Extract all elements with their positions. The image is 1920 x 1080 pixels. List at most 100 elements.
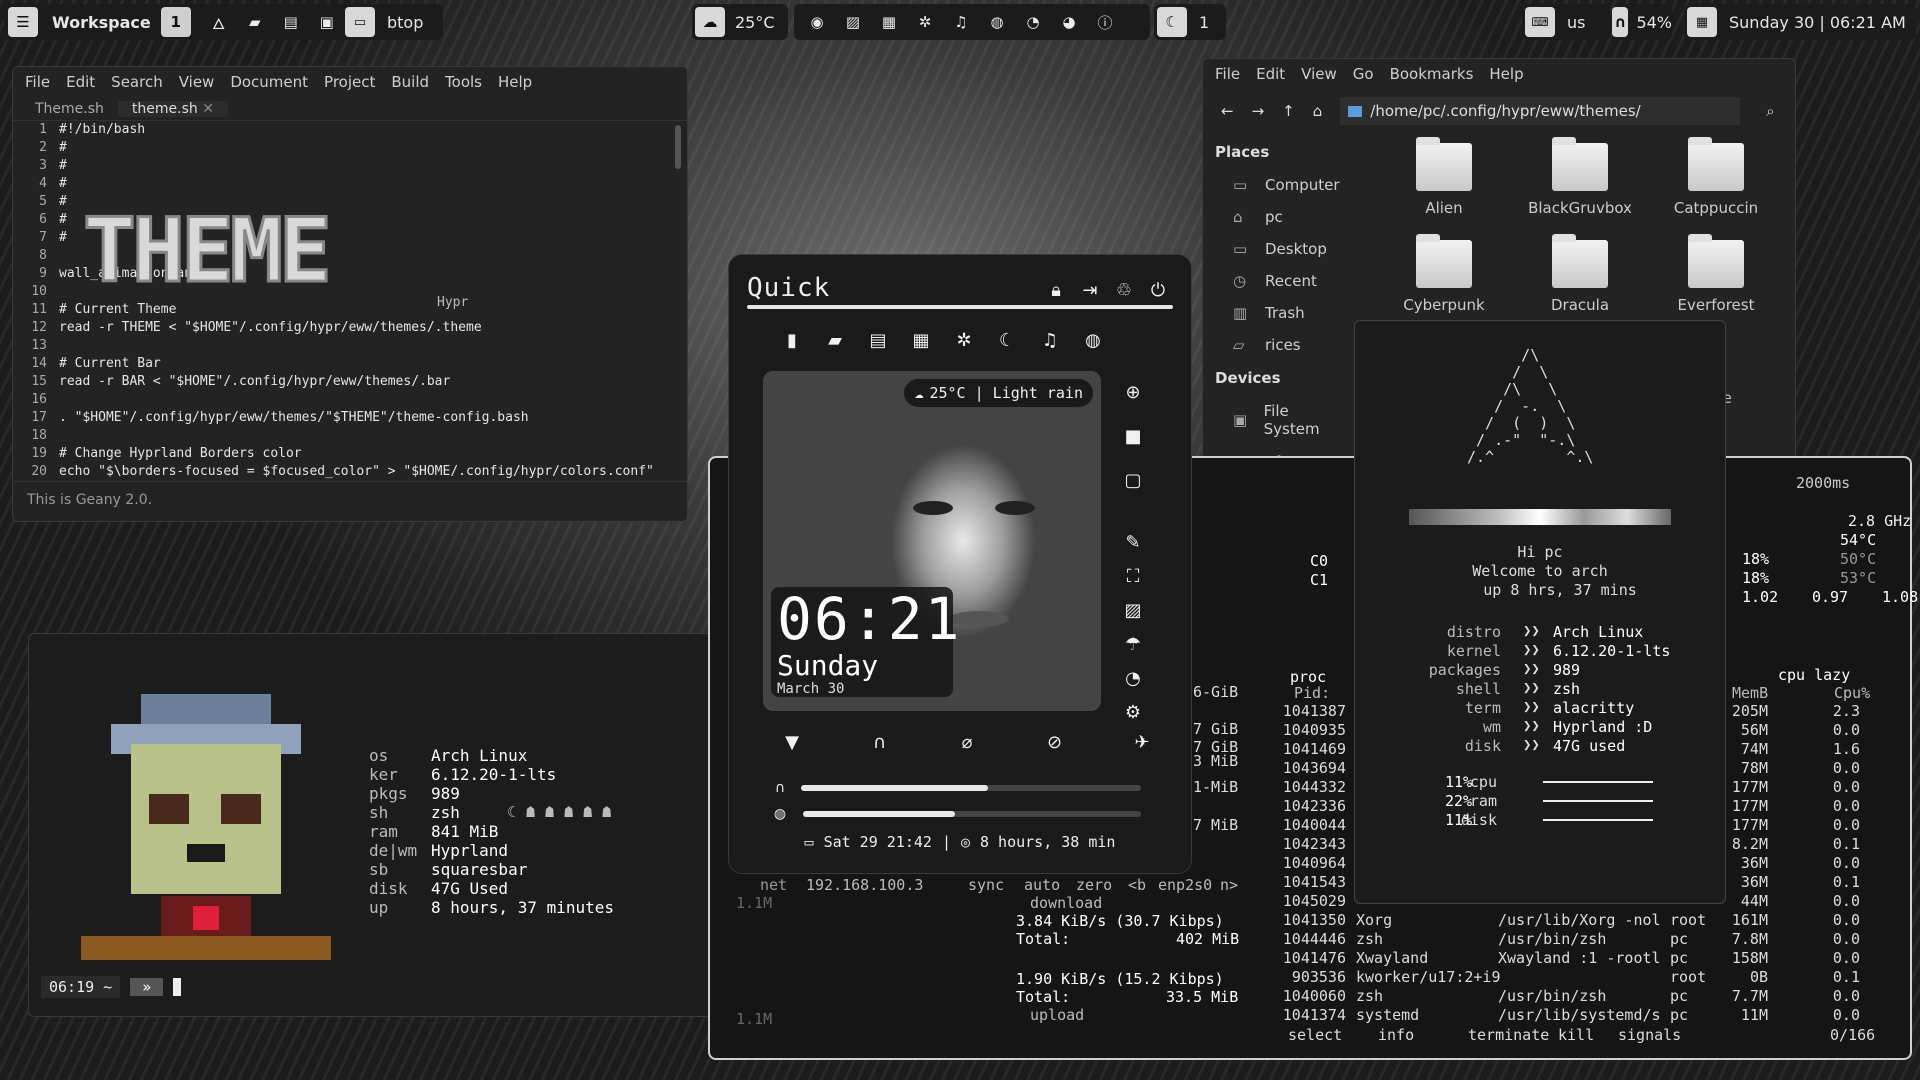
menu-item-build[interactable]: Build — [391, 73, 429, 91]
menu-item-document[interactable]: Document — [230, 73, 308, 91]
folders-icon[interactable]: ▦ — [906, 325, 936, 355]
record-icon[interactable]: ■ — [1118, 421, 1148, 451]
sidebar-item-recent[interactable]: ◷ Recent — [1203, 265, 1373, 297]
mic-off-icon[interactable]: ⌀ — [952, 727, 982, 757]
tab-theme-sh-upper[interactable]: Theme.sh — [21, 101, 118, 117]
tab-theme-sh[interactable]: theme.sh ✕ — [117, 100, 228, 117]
settings-icon[interactable]: ⚙ — [1118, 697, 1148, 727]
mic-icon[interactable]: ◍ — [1078, 325, 1108, 355]
folder-icon[interactable]: ▰ — [820, 325, 850, 355]
forward-icon[interactable]: → — [1252, 102, 1265, 120]
menu-item-go[interactable]: Go — [1353, 65, 1374, 83]
timer-icon[interactable]: ◔ — [1022, 11, 1044, 33]
folder-cyberpunk[interactable]: Cyberpunk — [1379, 234, 1509, 314]
keyboard-pill[interactable]: ⌨ us — [1522, 4, 1610, 40]
sidebar-item-pc[interactable]: ⌂ pc — [1203, 201, 1373, 233]
menu-item-tools[interactable]: Tools — [445, 73, 482, 91]
folders-icon[interactable]: ▦ — [878, 11, 900, 33]
music-icon[interactable]: ♫ — [1035, 325, 1065, 355]
back-icon[interactable]: ← — [1221, 102, 1234, 120]
drop-icon[interactable]: ◉ — [806, 11, 828, 33]
reboot-icon[interactable]: ♲ — [1109, 275, 1139, 305]
path-bar[interactable]: /home/pc/.config/hypr/eww/themes/ — [1340, 97, 1741, 125]
menu-item-search[interactable]: Search — [111, 73, 163, 91]
bookmark-icon[interactable]: ▮ — [777, 325, 807, 355]
notification-pill[interactable]: ☾ 1 — [1154, 4, 1226, 40]
menu-item-file[interactable]: File — [25, 73, 50, 91]
volume-pill[interactable]: ∩ 54% — [1612, 4, 1672, 40]
fetch-key: disk — [369, 879, 408, 898]
cloud-icon: ☁ — [914, 384, 924, 402]
greeting: Hi pc — [1517, 543, 1563, 561]
menu-icon[interactable]: ☰ — [8, 7, 38, 37]
code-line: # — [59, 158, 67, 173]
app-launcher-pill: ◉ ▨ ▦ ✲ ♫ ◍ ◔ ◕ ⓘ — [794, 4, 1150, 40]
editor-icon[interactable]: ▤ — [863, 325, 893, 355]
terminal-window[interactable]: os Arch Linux ker 6.12.20-1-lts pkgs 989 sh zsh… — [28, 633, 748, 1017]
menu-item-help[interactable]: Help — [1489, 65, 1523, 83]
folder-alien[interactable]: Alien — [1379, 137, 1509, 217]
sidebar-item-computer[interactable]: ▭ Computer — [1203, 169, 1373, 201]
menu-item-file[interactable]: File — [1215, 65, 1240, 83]
menu-item-bookmarks[interactable]: Bookmarks — [1390, 65, 1474, 83]
menu-item-help[interactable]: Help — [498, 73, 532, 91]
airplane-icon[interactable]: ✈ — [1127, 727, 1157, 757]
weather-pill[interactable]: ☁ 25°C — [692, 4, 788, 40]
wifi-icon[interactable]: ▼ — [777, 727, 807, 757]
terminal-icon[interactable]: ▣ — [316, 11, 338, 33]
close-icon[interactable]: ✕ — [202, 101, 214, 117]
folder-blackgruvbox[interactable]: BlackGruvbox — [1515, 137, 1645, 217]
neofetch-value: Arch Linux — [1553, 623, 1644, 641]
lock-icon[interactable]: 🔒︎ — [1041, 275, 1071, 305]
home-icon[interactable]: ⌂ — [1313, 102, 1323, 120]
neofetch-window[interactable]: /\ / \ /\ \ / -. \ / ( ) \ / .-" "-.\ /.… — [1354, 320, 1726, 904]
folder-catppuccin[interactable]: Catppuccin — [1651, 137, 1781, 217]
music-icon[interactable]: ♫ — [950, 11, 972, 33]
crosshair-icon[interactable]: ⊕ — [1118, 377, 1148, 407]
umbrella-icon[interactable]: ☂ — [1118, 629, 1148, 659]
fetch-value: zsh — [431, 803, 460, 822]
up-icon[interactable]: ↑ — [1282, 102, 1295, 120]
search-icon[interactable]: ⌕ — [1766, 102, 1774, 120]
editor-icon[interactable]: ▤ — [280, 11, 302, 33]
clock-pill[interactable]: ▦ Sunday 30 | 06:21 AM — [1684, 4, 1916, 40]
image-icon[interactable]: ▨ — [842, 11, 864, 33]
geany-editor-window[interactable]: File Edit Search View Document Project Build To… — [12, 66, 688, 522]
editor-scrollbar[interactable] — [675, 125, 681, 169]
workspace-number[interactable]: 1 — [160, 7, 191, 37]
pen-icon[interactable]: ✎ — [1118, 527, 1148, 557]
crop-icon[interactable]: ⛶ — [1118, 561, 1148, 591]
menu-item-edit[interactable]: Edit — [1256, 65, 1285, 83]
mic-icon: ◍ — [773, 806, 787, 822]
gauge-icon[interactable]: ◕ — [1058, 11, 1080, 33]
folder-dracula[interactable]: Dracula — [1515, 234, 1645, 314]
logout-icon[interactable]: ⇥ — [1075, 275, 1105, 305]
screenshot-icon[interactable]: ▢ — [1118, 465, 1148, 495]
menu-item-view[interactable]: View — [1301, 65, 1337, 83]
sidebar-item-desktop[interactable]: ▭ Desktop — [1203, 233, 1373, 265]
bar-track — [1543, 781, 1653, 783]
shell-prompt[interactable]: 06:19 ~ » — [41, 976, 182, 998]
aperture-icon[interactable]: ✲ — [914, 11, 936, 33]
power-icon[interactable]: ⏻ — [1143, 275, 1173, 305]
fire-icon[interactable]: 🜂 — [208, 11, 230, 33]
mic-slider[interactable] — [803, 811, 1141, 817]
menu-item-view[interactable]: View — [179, 73, 215, 91]
mic-icon[interactable]: ◍ — [986, 11, 1008, 33]
image-icon[interactable]: ▨ — [1118, 595, 1148, 625]
folder-everforest[interactable]: Everforest — [1651, 234, 1781, 314]
sidebar-item-rices[interactable]: ▱ rices — [1203, 329, 1373, 361]
moon-icon[interactable]: ☾ — [992, 325, 1022, 355]
volume-slider[interactable] — [801, 785, 1141, 791]
notifications-off-icon[interactable]: ⊘ — [1040, 727, 1070, 757]
folder-icon[interactable]: ▰ — [244, 11, 266, 33]
aperture-icon[interactable]: ✲ — [949, 325, 979, 355]
bar-track — [1543, 819, 1653, 821]
headphones-icon[interactable]: ∩ — [865, 727, 895, 757]
menu-item-project[interactable]: Project — [324, 73, 375, 91]
menu-item-edit[interactable]: Edit — [66, 73, 95, 91]
sidebar-item-trash[interactable]: ▥ Trash — [1203, 297, 1373, 329]
timer-icon[interactable]: ◔ — [1118, 663, 1148, 693]
sidebar-item-file-system[interactable]: ▣ File System — [1203, 395, 1373, 445]
info-icon[interactable]: ⓘ — [1094, 11, 1116, 33]
